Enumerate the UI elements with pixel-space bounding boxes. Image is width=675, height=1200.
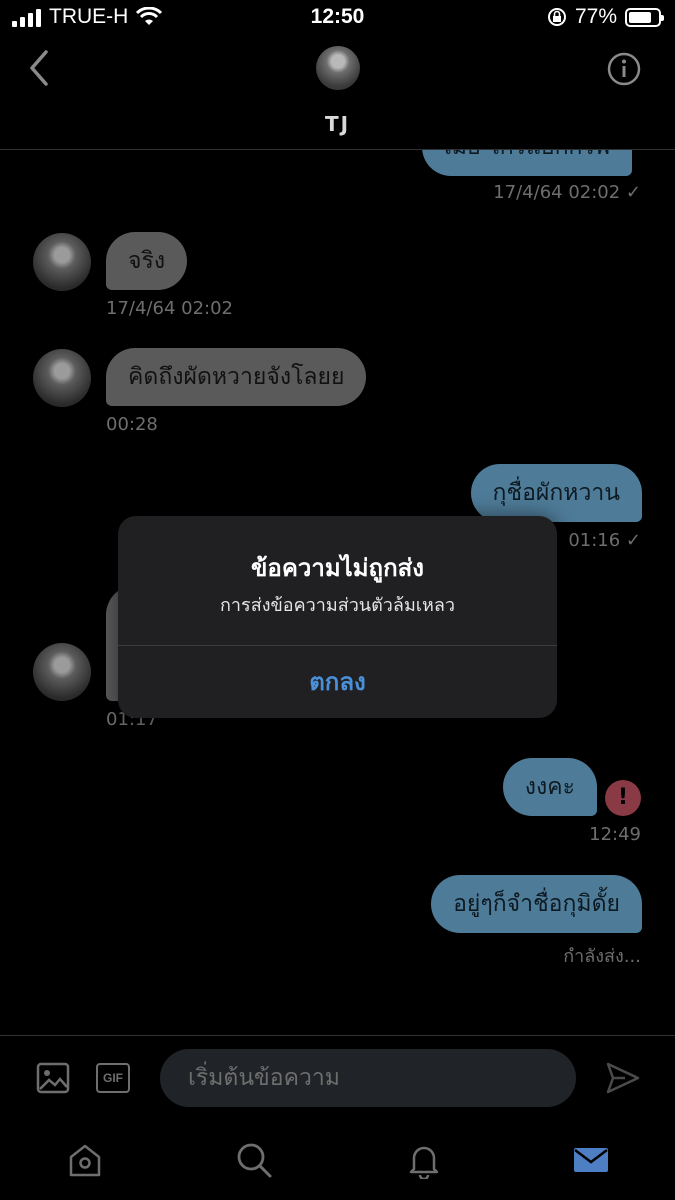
conversation-title[interactable]: TJ xyxy=(0,112,675,136)
message-composer: GIF xyxy=(0,1035,675,1123)
tab-bar xyxy=(0,1123,675,1200)
message-timestamp: 17/4/64 02:02 xyxy=(106,298,233,319)
orientation-lock-icon xyxy=(547,8,566,26)
avatar[interactable] xyxy=(316,46,360,90)
message-timestamp: 17/4/64 02:02 ✓ xyxy=(493,182,641,203)
message-bubble-incoming[interactable]: จริง xyxy=(106,232,188,290)
message-bubble-outgoing[interactable]: งงคะ xyxy=(502,758,597,816)
message-status: กำลังส่ง... xyxy=(563,946,641,967)
send-icon[interactable] xyxy=(605,1060,641,1096)
home-icon[interactable] xyxy=(66,1141,104,1179)
message-timestamp: 00:28 xyxy=(106,414,158,435)
message-timestamp: 12:49 xyxy=(589,824,641,845)
message-timestamp: 01:16 ✓ xyxy=(568,530,641,551)
message-bubble-outgoing[interactable]: อยู่ๆก็จำชื่อกุมิดั้ย xyxy=(431,875,642,933)
error-icon[interactable]: ! xyxy=(605,780,641,816)
ok-button[interactable]: ตกลง xyxy=(118,646,557,718)
battery-percent: 77% xyxy=(574,5,617,28)
back-chevron-icon[interactable] xyxy=(22,48,56,88)
avatar[interactable] xyxy=(33,349,91,407)
bell-icon[interactable] xyxy=(405,1141,443,1179)
search-icon[interactable] xyxy=(235,1141,273,1179)
gif-button[interactable]: GIF xyxy=(96,1063,130,1093)
battery-icon xyxy=(625,7,664,27)
alert-dialog: ข้อความไม่ถูกส่ง การส่งข้อความส่วนตัวล้ม… xyxy=(118,516,557,718)
image-icon[interactable] xyxy=(36,1062,70,1094)
avatar[interactable] xyxy=(33,233,91,291)
message-bubble-incoming[interactable]: คิดถึงผัดหวายจังโลยย xyxy=(106,348,367,406)
mail-icon[interactable] xyxy=(572,1141,610,1179)
message-input[interactable] xyxy=(160,1049,576,1107)
status-bar: TRUE-H 12:50 77% xyxy=(0,0,675,34)
conversation-header: TJ xyxy=(0,34,675,150)
alert-message: การส่งข้อความส่วนตัวล้มเหลว xyxy=(220,595,455,616)
info-icon[interactable] xyxy=(607,52,641,86)
avatar[interactable] xyxy=(33,643,91,701)
message-bubble-outgoing[interactable]: กุชื่อผักหวาน xyxy=(470,464,642,522)
alert-title: ข้อความไม่ถูกส่ง xyxy=(251,554,424,582)
